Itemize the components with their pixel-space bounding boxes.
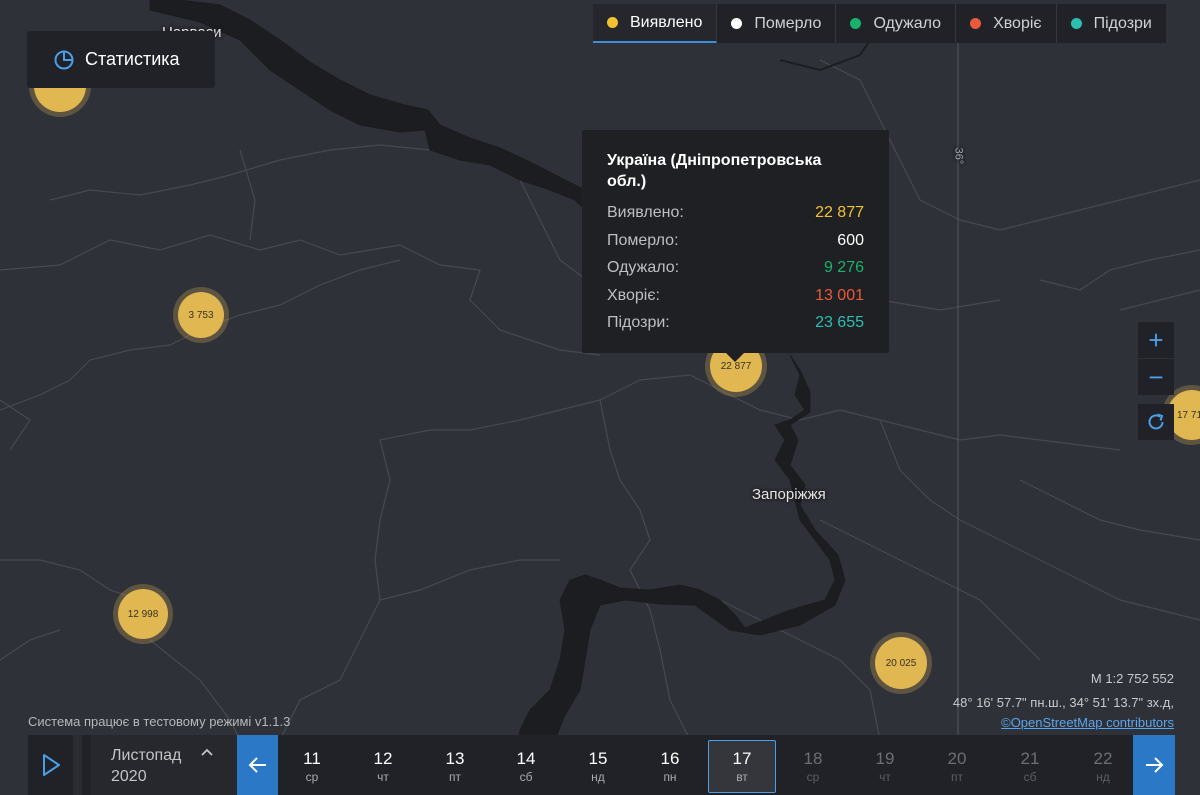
legend-item-detected[interactable]: Виявлено [593,4,718,43]
zoom-out-button[interactable]: − [1138,359,1174,395]
dot-icon [850,18,862,29]
month-year: 2020 [111,768,147,785]
pie-chart-icon [54,50,74,69]
day-item[interactable]: 21 сб [996,740,1064,793]
next-day-button[interactable] [1133,735,1175,795]
arrow-right-icon [1146,757,1164,773]
date-timeline: Листопад 2020 11 ср 12 чт 13 пт 14 сб 15 нд 1… [28,735,1175,795]
prev-day-button[interactable] [237,735,278,795]
meridian-label: 36° [952,147,965,165]
map-canvas[interactable] [0,0,1200,795]
day-strip: 11 ср 12 чт 13 пт 14 сб 15 нд 16 пн 17 вт 18 ср … [278,735,1133,795]
arrow-left-icon [248,757,266,773]
tooltip-row: Померло: 600 [607,231,864,249]
tooltip-title: Україна (Дніпропетровська обл.) [607,152,822,190]
zoom-in-button[interactable]: + [1138,322,1174,358]
month-selector[interactable]: Листопад 2020 [91,735,237,795]
test-mode-notice: Система працює в тестовому режимі v1.1.3 [28,714,291,729]
tooltip-row: Підозри: 23 655 [607,314,864,331]
cluster-marker[interactable]: 12 998 [118,589,168,639]
day-item-selected[interactable]: 17 вт [708,740,776,793]
day-item[interactable]: 12 чт [349,740,417,793]
legend-item-sick[interactable]: Хворіє [956,4,1057,43]
play-button[interactable] [28,735,82,795]
minus-icon: − [1148,361,1164,392]
legend-item-deaths[interactable]: Померло [717,4,837,43]
day-item[interactable]: 20 пт [923,740,991,793]
day-item[interactable]: 18 ср [779,740,847,793]
osm-attribution-link[interactable]: ©OpenStreetMap contributors [1001,715,1174,730]
day-item[interactable]: 11 ср [278,740,346,793]
statistics-button[interactable]: Статистика [27,31,215,88]
dot-icon [731,18,743,29]
map-scale: M 1:2 752 552 [1090,671,1174,686]
tooltip-row: Одужало: 9 276 [607,259,864,276]
cursor-coordinates: 48° 16' 57.7" пн.ш., 34° 51' 13.7" зх.д, [952,695,1174,710]
reset-view-button[interactable] [1138,404,1174,440]
day-item[interactable]: 14 сб [492,740,560,793]
dot-icon [607,17,618,28]
map-app: Нарваси Запоріжжя 36° 3 753 22 877 12 99… [0,0,1200,795]
day-item[interactable]: 22 нд [1069,740,1137,793]
day-item[interactable]: 19 чт [851,740,919,793]
chevron-up-icon [201,748,213,756]
month-name: Листопад [111,747,182,764]
statistics-button-label: Статистика [85,49,180,69]
legend-item-recovered[interactable]: Одужало [836,4,957,43]
region-tooltip: Україна (Дніпропетровська обл.) Виявлено… [582,130,889,362]
legend-item-suspected[interactable]: Підозри [1057,4,1166,43]
tooltip-row: Виявлено: 22 877 [607,204,864,221]
cluster-marker[interactable]: 20 025 [875,637,927,689]
tooltip-row: Хворіє: 13 001 [607,286,864,304]
dot-icon [1070,18,1082,29]
play-icon [42,754,60,776]
day-item[interactable]: 16 пн [636,740,704,793]
day-item[interactable]: 13 пт [421,740,489,793]
refresh-icon [1148,413,1164,430]
plus-icon: + [1148,324,1164,355]
metric-legend: Виявлено Померло Одужало Хворіє Підозри [593,4,1166,43]
day-item[interactable]: 15 нд [564,740,632,793]
cluster-marker[interactable]: 3 753 [178,292,224,338]
city-label-zaporizhzhia: Запоріжжя [752,486,826,503]
dot-icon [970,18,982,29]
